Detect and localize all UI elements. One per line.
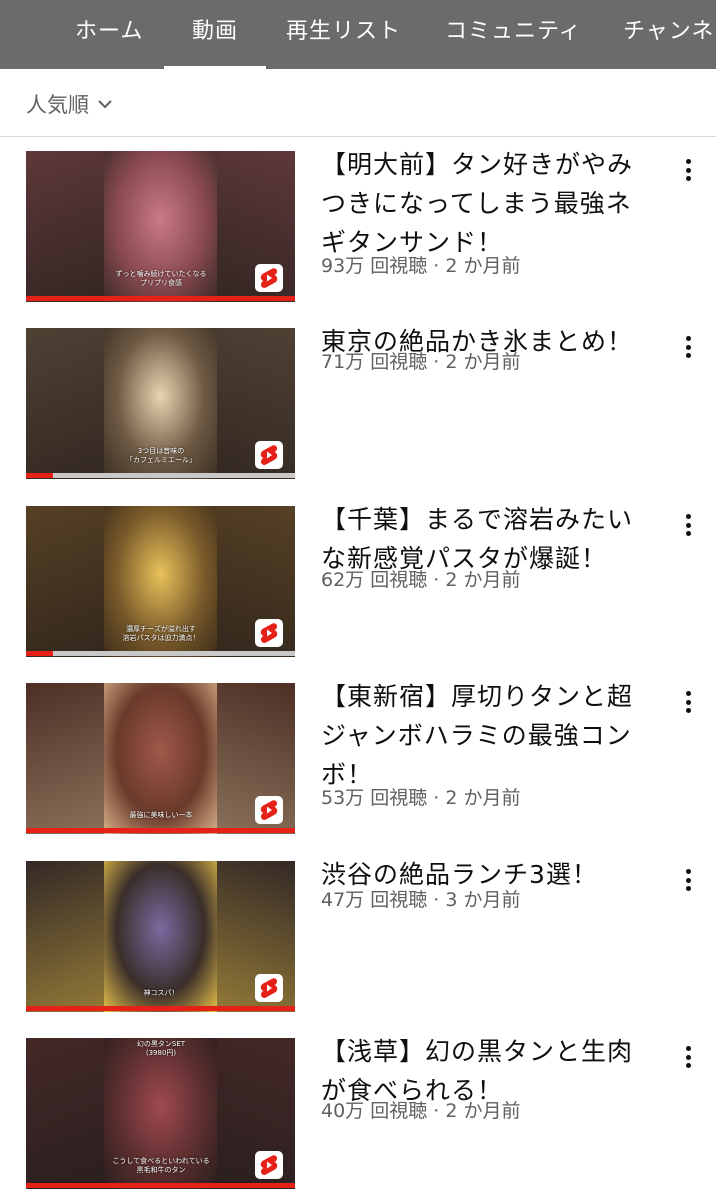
watch-progress-bar xyxy=(26,651,295,656)
more-options-icon[interactable] xyxy=(676,688,700,716)
video-title[interactable]: 【明大前】タン好きがやみつきになってしまう最強ネギタンサンド！ xyxy=(321,145,651,262)
thumbnail-caption: 最強に美味しい一本 xyxy=(129,811,193,819)
shorts-icon xyxy=(255,264,283,292)
thumbnail-top-caption: 幻の黒タンSET (3980円) xyxy=(136,1040,186,1057)
video-title[interactable]: 【東新宿】厚切りタンと超ジャンボハラミの最強コンボ！ xyxy=(321,677,651,794)
thumbnail-caption: 濃厚チーズが溢れ出す 溶岩パスタは迫力満点！ xyxy=(122,625,200,642)
shorts-icon xyxy=(255,1151,283,1179)
watch-progress-bar xyxy=(26,473,295,478)
tab-community[interactable]: コミュニティ xyxy=(445,0,582,69)
more-options-icon[interactable] xyxy=(676,333,700,361)
thumbnail-caption: 神コスパ！ xyxy=(143,989,179,997)
video-meta: 40万 回視聴 · 2 か月前 xyxy=(321,1100,521,1122)
tab-videos[interactable]: 動画 xyxy=(163,0,267,69)
tab-home[interactable]: ホーム xyxy=(75,0,143,69)
sort-bar: 人気順 xyxy=(0,69,716,137)
watch-progress-fill xyxy=(26,828,295,833)
tab-playlists[interactable]: 再生リスト xyxy=(286,0,401,69)
shorts-icon xyxy=(255,796,283,824)
watch-progress-bar xyxy=(26,828,295,833)
watch-progress-fill xyxy=(26,651,53,656)
more-options-icon[interactable] xyxy=(676,511,700,539)
video-thumbnail[interactable]: 神コスパ！ xyxy=(26,861,295,1012)
watch-progress-fill xyxy=(26,1006,295,1011)
sort-button[interactable]: 人気順 xyxy=(26,89,115,119)
watch-progress-fill xyxy=(26,296,295,301)
channel-tab-bar: ホーム 動画 再生リスト コミュニティ チャンネル xyxy=(0,0,716,69)
video-title[interactable]: 【千葉】まるで溶岩みたいな新感覚パスタが爆誕！ xyxy=(321,500,651,578)
shorts-icon xyxy=(255,441,283,469)
thumbnail-caption: 3つ目は昔味の 「カフェルミエール」 xyxy=(126,447,196,464)
video-thumbnail[interactable]: 3つ目は昔味の 「カフェルミエール」 xyxy=(26,328,295,479)
watch-progress-fill xyxy=(26,1183,295,1188)
watch-progress-fill xyxy=(26,473,53,478)
watch-progress-bar xyxy=(26,1006,295,1011)
shorts-icon xyxy=(255,974,283,1002)
video-thumbnail[interactable]: 最強に美味しい一本 xyxy=(26,683,295,834)
video-thumbnail[interactable]: 濃厚チーズが溢れ出す 溶岩パスタは迫力満点！ xyxy=(26,506,295,657)
more-options-icon[interactable] xyxy=(676,866,700,894)
thumbnail-caption: こうして食べるといわれている 黒毛和牛のタン xyxy=(112,1157,210,1174)
shorts-icon xyxy=(255,619,283,647)
watch-progress-bar xyxy=(26,1183,295,1188)
video-meta: 53万 回視聴 · 2 か月前 xyxy=(321,787,521,809)
video-meta: 93万 回視聴 · 2 か月前 xyxy=(321,255,521,277)
video-thumbnail[interactable]: ずっと噛み続けていたくなる プリプリ食感 xyxy=(26,151,295,302)
thumbnail-caption: ずっと噛み続けていたくなる プリプリ食感 xyxy=(115,270,207,287)
chevron-down-icon xyxy=(95,94,115,114)
sort-label: 人気順 xyxy=(26,93,89,117)
video-meta: 62万 回視聴 · 2 か月前 xyxy=(321,569,521,591)
video-thumbnail[interactable]: 幻の黒タンSET (3980円) こうして食べるといわれている 黒毛和牛のタン xyxy=(26,1038,295,1189)
more-options-icon[interactable] xyxy=(676,1043,700,1071)
more-options-icon[interactable] xyxy=(676,156,700,184)
video-meta: 71万 回視聴 · 2 か月前 xyxy=(321,351,521,373)
tab-channels[interactable]: チャンネル xyxy=(623,0,716,69)
watch-progress-bar xyxy=(26,296,295,301)
video-meta: 47万 回視聴 · 3 か月前 xyxy=(321,889,521,911)
